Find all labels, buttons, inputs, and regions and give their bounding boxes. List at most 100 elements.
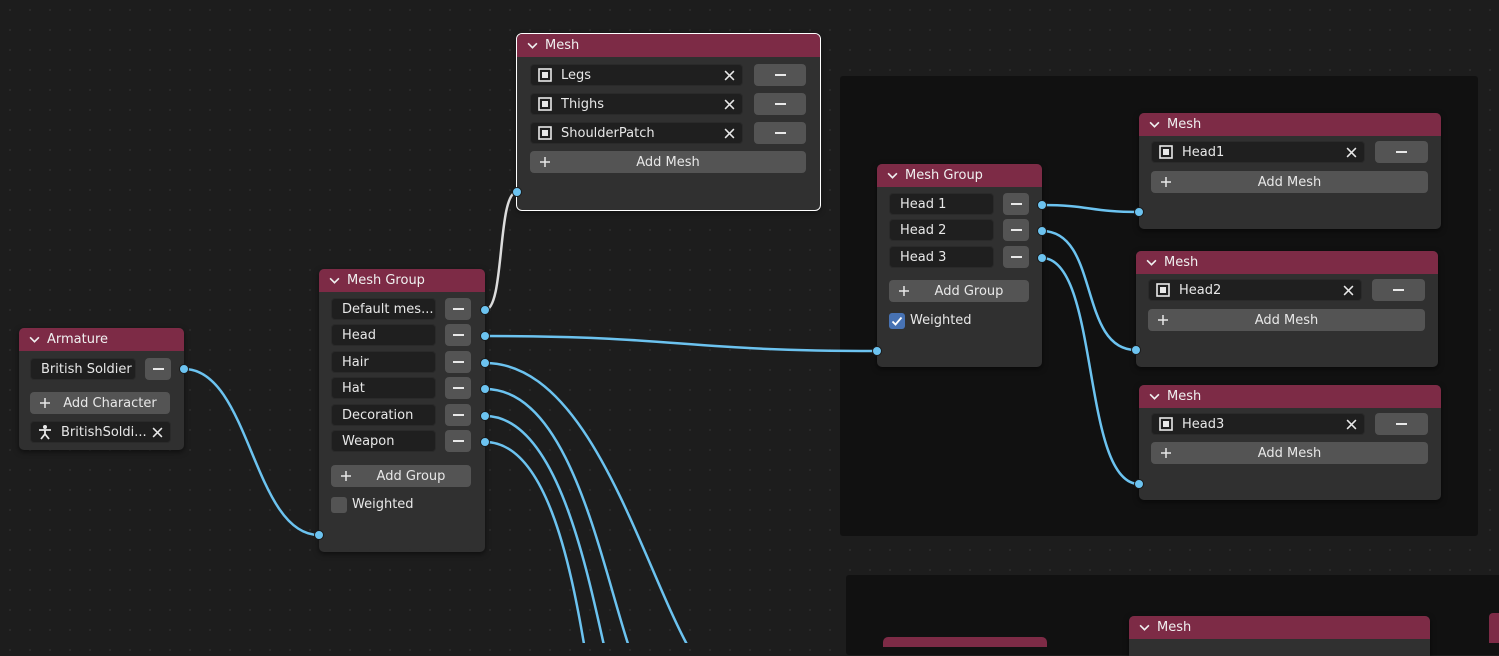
character-name-field[interactable]: British Soldier — [30, 358, 136, 380]
mesh-object-field[interactable]: Head3 — [1151, 413, 1365, 435]
close-icon[interactable] — [724, 70, 735, 81]
close-icon[interactable] — [724, 99, 735, 110]
armature-node[interactable]: Armature British Soldier Add Character B… — [19, 328, 184, 450]
group-output-socket[interactable] — [480, 305, 490, 315]
mesh-node-header[interactable]: Mesh — [1139, 113, 1441, 136]
group-name-field[interactable]: Default mes... — [331, 298, 436, 320]
link-hat — [484, 387, 630, 643]
add-mesh-button[interactable]: Add Mesh — [1151, 442, 1428, 464]
close-icon[interactable] — [1343, 285, 1354, 296]
remove-group-button[interactable] — [445, 404, 471, 426]
mesh-node-header[interactable]: Mesh — [1136, 251, 1438, 274]
plus-icon — [899, 286, 909, 296]
plus-icon — [540, 157, 550, 167]
armature-node-header[interactable]: Armature — [19, 328, 184, 351]
mesh-node-head3[interactable]: Mesh Head3 Add Mesh — [1139, 385, 1441, 500]
mesh-object-field[interactable]: Head1 — [1151, 141, 1365, 163]
chevron-down-icon[interactable] — [527, 40, 538, 51]
mesh-object-field[interactable]: ShoulderPatch — [530, 122, 743, 144]
remove-mesh-button[interactable] — [1375, 141, 1428, 163]
weighted-checkbox[interactable] — [889, 313, 905, 329]
mesh-node-head1[interactable]: Mesh Head1 Add Mesh — [1139, 113, 1441, 229]
remove-character-button[interactable] — [145, 358, 171, 380]
add-mesh-button[interactable]: Add Mesh — [530, 151, 806, 173]
chevron-down-icon[interactable] — [329, 275, 340, 286]
mesh-input-socket[interactable] — [1131, 345, 1141, 355]
weighted-label: Weighted — [352, 497, 414, 512]
add-mesh-button[interactable]: Add Mesh — [1148, 309, 1425, 331]
mesh-node-head2[interactable]: Mesh Head2 Add Mesh — [1136, 251, 1438, 367]
mesh-object-field[interactable]: Legs — [530, 64, 743, 86]
group-output-socket[interactable] — [480, 411, 490, 421]
weighted-checkbox[interactable] — [331, 497, 347, 513]
link-head1 — [1041, 203, 1140, 214]
group-name-field[interactable]: Head 2 — [889, 219, 994, 241]
mesh-input-socket[interactable] — [1134, 207, 1144, 217]
armature-object-field[interactable]: BritishSoldi... — [30, 421, 171, 443]
link-hair — [484, 361, 688, 643]
remove-mesh-button[interactable] — [754, 122, 806, 144]
group-output-socket[interactable] — [1037, 200, 1047, 210]
group-input-socket[interactable] — [872, 346, 882, 356]
close-icon[interactable] — [1346, 419, 1357, 430]
remove-group-button[interactable] — [445, 430, 471, 452]
chevron-down-icon[interactable] — [1146, 257, 1157, 268]
group-output-socket[interactable] — [480, 384, 490, 394]
node-header-partial[interactable] — [883, 637, 1047, 647]
plus-icon — [341, 471, 351, 481]
mesh-group-node-left[interactable]: Mesh Group Default mes... Head Hair Hat … — [319, 269, 485, 552]
mesh-object-field[interactable]: Thighs — [530, 93, 743, 115]
chevron-down-icon[interactable] — [1149, 391, 1160, 402]
plus-icon — [1161, 448, 1171, 458]
chevron-down-icon[interactable] — [29, 334, 40, 345]
group-output-socket[interactable] — [1037, 226, 1047, 236]
group-input-socket[interactable] — [314, 530, 324, 540]
group-output-socket[interactable] — [480, 331, 490, 341]
mesh-node-header[interactable]: Mesh — [1129, 616, 1430, 639]
mesh-input-socket[interactable] — [1134, 479, 1144, 489]
group-name-field[interactable]: Hat — [331, 377, 436, 399]
mesh-group-header[interactable]: Mesh Group — [877, 164, 1042, 187]
mesh-node-bottom[interactable]: Mesh — [1129, 616, 1430, 656]
close-icon[interactable] — [1346, 147, 1357, 158]
mesh-node-header[interactable]: Mesh — [517, 34, 820, 57]
remove-group-button[interactable] — [1003, 193, 1029, 215]
armature-icon — [39, 425, 51, 440]
remove-mesh-button[interactable] — [754, 93, 806, 115]
mesh-group-node-right[interactable]: Mesh Group Head 1 Head 2 Head 3 Add Grou… — [877, 164, 1042, 367]
mesh-input-socket[interactable] — [512, 187, 522, 197]
chevron-down-icon[interactable] — [1139, 622, 1150, 633]
group-name-field[interactable]: Decoration — [331, 404, 436, 426]
mesh-group-header[interactable]: Mesh Group — [319, 269, 485, 292]
remove-group-button[interactable] — [445, 377, 471, 399]
group-output-socket[interactable] — [480, 437, 490, 447]
group-output-socket[interactable] — [480, 358, 490, 368]
remove-group-button[interactable] — [445, 351, 471, 373]
close-icon[interactable] — [152, 427, 163, 438]
group-output-socket[interactable] — [1037, 253, 1047, 263]
chevron-down-icon[interactable] — [887, 170, 898, 181]
armature-output-socket[interactable] — [179, 364, 189, 374]
remove-mesh-button[interactable] — [1372, 279, 1425, 301]
group-name-field[interactable]: Head 3 — [889, 246, 994, 268]
add-group-button[interactable]: Add Group — [889, 280, 1029, 302]
add-mesh-button[interactable]: Add Mesh — [1151, 171, 1428, 193]
add-character-button[interactable]: Add Character — [30, 392, 170, 414]
mesh-node-top[interactable]: Mesh Legs Thighs ShoulderPatch Add Mesh — [516, 33, 821, 211]
node-header-partial[interactable] — [1489, 613, 1499, 643]
remove-group-button[interactable] — [445, 324, 471, 346]
group-name-field[interactable]: Hair — [331, 351, 436, 373]
mesh-node-header[interactable]: Mesh — [1139, 385, 1441, 408]
add-group-button[interactable]: Add Group — [331, 465, 471, 487]
group-name-field[interactable]: Weapon — [331, 430, 436, 452]
group-name-field[interactable]: Head 1 — [889, 193, 994, 215]
mesh-object-field[interactable]: Head2 — [1148, 279, 1362, 301]
remove-group-button[interactable] — [445, 298, 471, 320]
remove-mesh-button[interactable] — [754, 64, 806, 86]
remove-group-button[interactable] — [1003, 219, 1029, 241]
remove-group-button[interactable] — [1003, 246, 1029, 268]
group-name-field[interactable]: Head — [331, 324, 436, 346]
chevron-down-icon[interactable] — [1149, 119, 1160, 130]
remove-mesh-button[interactable] — [1375, 413, 1428, 435]
close-icon[interactable] — [724, 128, 735, 139]
